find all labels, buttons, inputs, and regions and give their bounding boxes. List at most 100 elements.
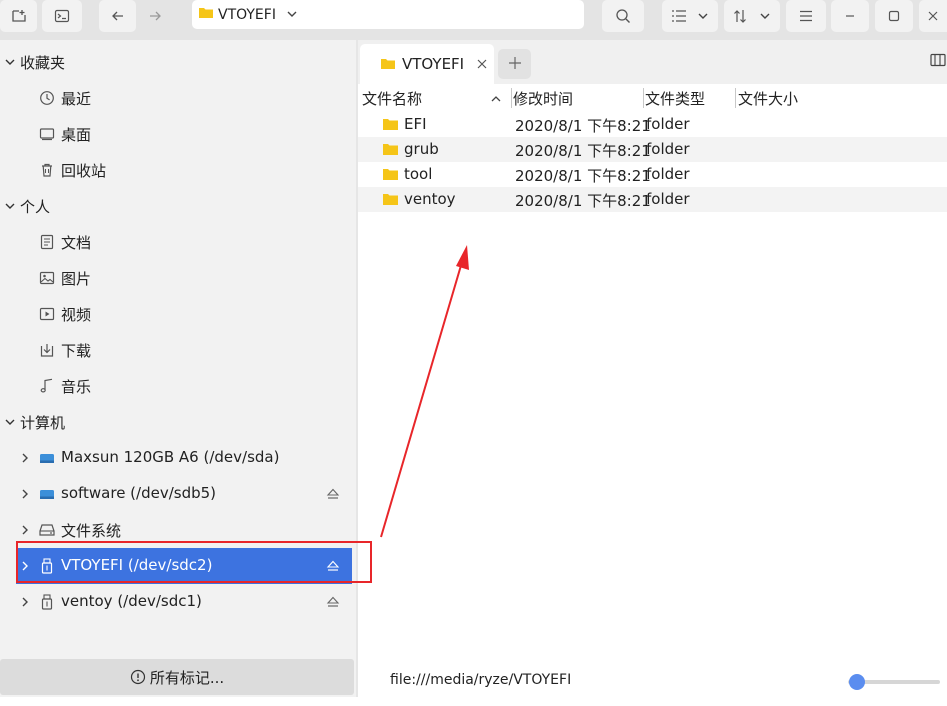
sidebar-item-documents[interactable]: 文档 bbox=[0, 224, 352, 260]
file-type: folder bbox=[646, 165, 690, 183]
sidebar-item-desktop[interactable]: 桌面 bbox=[0, 116, 352, 152]
chevron-down-icon bbox=[759, 11, 771, 21]
address-bar[interactable]: VTOYEFI bbox=[192, 0, 584, 29]
sidebar-item-ventoy[interactable]: ventoy (/dev/sdc1) bbox=[0, 584, 352, 620]
file-modified: 2020/8/1 下午8:21 bbox=[515, 142, 651, 160]
file-row[interactable]: ventoy 2020/8/1 下午8:21 folder bbox=[358, 187, 947, 212]
chevron-down-icon[interactable] bbox=[0, 201, 20, 211]
usb-icon bbox=[38, 593, 56, 611]
sort-icon bbox=[733, 9, 749, 23]
column-header-name[interactable]: 文件名称 bbox=[362, 88, 422, 109]
download-icon bbox=[38, 341, 56, 359]
chevron-right-icon[interactable] bbox=[19, 451, 31, 465]
chevron-right-icon[interactable] bbox=[19, 523, 31, 537]
sidebar-item-pictures[interactable]: 图片 bbox=[0, 260, 352, 296]
sidebar-item-music[interactable]: 音乐 bbox=[0, 368, 352, 404]
file-row[interactable]: EFI 2020/8/1 下午8:21 folder bbox=[358, 112, 947, 137]
sidebar-group-label: 收藏夹 bbox=[20, 53, 66, 72]
file-modified: 2020/8/1 下午8:21 bbox=[515, 167, 651, 185]
sidebar-item-label: 视频 bbox=[61, 306, 92, 324]
sidebar-group-personal[interactable]: 个人 bbox=[0, 188, 50, 224]
chevron-down-icon bbox=[697, 11, 709, 21]
sidebar-item-recent[interactable]: 最近 bbox=[0, 80, 352, 116]
view-mode-button[interactable] bbox=[662, 0, 718, 32]
new-window-button[interactable] bbox=[0, 0, 37, 32]
menu-button[interactable] bbox=[786, 0, 826, 32]
harddisk-icon bbox=[38, 521, 56, 539]
column-header-type[interactable]: 文件类型 bbox=[645, 88, 705, 109]
file-type: folder bbox=[646, 140, 690, 158]
main-panel: VTOYEFI 文件名称 修改时间 文件类型 文件大小 EFI 2020/8/1… bbox=[358, 40, 947, 706]
drive-icon bbox=[38, 485, 56, 503]
sort-ascending-icon[interactable] bbox=[490, 90, 502, 108]
file-type: folder bbox=[646, 115, 690, 133]
minimize-icon bbox=[844, 10, 856, 22]
sidebar-item-software-drive[interactable]: software (/dev/sdb5) bbox=[0, 476, 352, 512]
maximize-button[interactable] bbox=[875, 0, 913, 32]
drive-icon bbox=[38, 449, 56, 467]
chevron-right-icon[interactable] bbox=[19, 595, 31, 609]
sidebar-item-trash[interactable]: 回收站 bbox=[0, 152, 352, 188]
close-icon bbox=[927, 10, 939, 22]
back-button[interactable] bbox=[99, 0, 136, 32]
hamburger-icon bbox=[799, 10, 813, 22]
file-name: ventoy bbox=[404, 190, 456, 208]
status-path: file:///media/ryze/VTOYEFI bbox=[390, 672, 572, 688]
eject-icon[interactable] bbox=[325, 487, 341, 501]
arrow-left-icon bbox=[110, 8, 126, 24]
sidebar-item-label: 图片 bbox=[61, 270, 92, 288]
file-modified: 2020/8/1 下午8:21 bbox=[515, 192, 651, 210]
info-icon bbox=[130, 669, 146, 685]
sidebar-item-label: 音乐 bbox=[61, 378, 92, 396]
forward-button[interactable] bbox=[138, 0, 172, 32]
chevron-down-icon[interactable] bbox=[286, 7, 298, 23]
chevron-down-icon[interactable] bbox=[0, 57, 20, 67]
column-divider[interactable] bbox=[735, 88, 736, 108]
sidebar-item-downloads[interactable]: 下载 bbox=[0, 332, 352, 368]
terminal-icon bbox=[54, 8, 70, 24]
column-header-modified[interactable]: 修改时间 bbox=[513, 88, 573, 109]
folder-icon bbox=[380, 57, 396, 71]
chevron-right-icon[interactable] bbox=[19, 487, 31, 501]
top-toolbar: VTOYEFI bbox=[0, 0, 947, 40]
clock-icon bbox=[38, 89, 56, 107]
sidebar-group-computer[interactable]: 计算机 bbox=[0, 404, 65, 440]
tab-vtoyefi[interactable]: VTOYEFI bbox=[360, 44, 494, 84]
sort-button[interactable] bbox=[724, 0, 780, 32]
add-tab-button[interactable] bbox=[498, 49, 531, 79]
eject-icon[interactable] bbox=[325, 595, 341, 609]
file-row[interactable]: tool 2020/8/1 下午8:21 folder bbox=[358, 162, 947, 187]
file-name: grub bbox=[404, 140, 439, 158]
split-view-icon[interactable] bbox=[930, 52, 946, 71]
folder-icon bbox=[383, 168, 398, 180]
close-icon[interactable] bbox=[476, 58, 488, 70]
arrow-right-icon bbox=[147, 8, 163, 24]
document-icon bbox=[38, 233, 56, 251]
trash-icon bbox=[38, 161, 56, 179]
all-tags-button[interactable]: 所有标记... bbox=[0, 659, 354, 695]
minimize-button[interactable] bbox=[831, 0, 869, 32]
sidebar-group-label: 计算机 bbox=[20, 413, 66, 432]
column-divider[interactable] bbox=[511, 88, 512, 108]
close-button[interactable] bbox=[919, 0, 947, 32]
chevron-down-icon[interactable] bbox=[0, 417, 20, 427]
sidebar-item-maxsun-drive[interactable]: Maxsun 120GB A6 (/dev/sda) bbox=[0, 440, 352, 476]
file-row[interactable]: grub 2020/8/1 下午8:21 folder bbox=[358, 137, 947, 162]
column-divider[interactable] bbox=[643, 88, 644, 108]
sidebar-item-label: 最近 bbox=[61, 90, 92, 108]
tab-bar: VTOYEFI bbox=[358, 40, 947, 84]
sidebar-item-videos[interactable]: 视频 bbox=[0, 296, 352, 332]
address-crumb[interactable]: VTOYEFI bbox=[218, 7, 276, 23]
zoom-slider-handle[interactable] bbox=[849, 674, 866, 690]
maximize-icon bbox=[888, 10, 900, 22]
sidebar-group-label: 个人 bbox=[20, 197, 51, 216]
bottom-edge bbox=[0, 697, 947, 706]
list-view-icon bbox=[671, 9, 687, 23]
sidebar-group-favorites[interactable]: 收藏夹 bbox=[0, 44, 65, 80]
column-header-size[interactable]: 文件大小 bbox=[738, 88, 798, 109]
sidebar-item-label: 下载 bbox=[61, 342, 92, 360]
search-icon bbox=[615, 8, 631, 24]
sidebar-item-label: 文件系统 bbox=[61, 522, 122, 540]
search-button[interactable] bbox=[602, 0, 644, 32]
terminal-button[interactable] bbox=[42, 0, 82, 32]
